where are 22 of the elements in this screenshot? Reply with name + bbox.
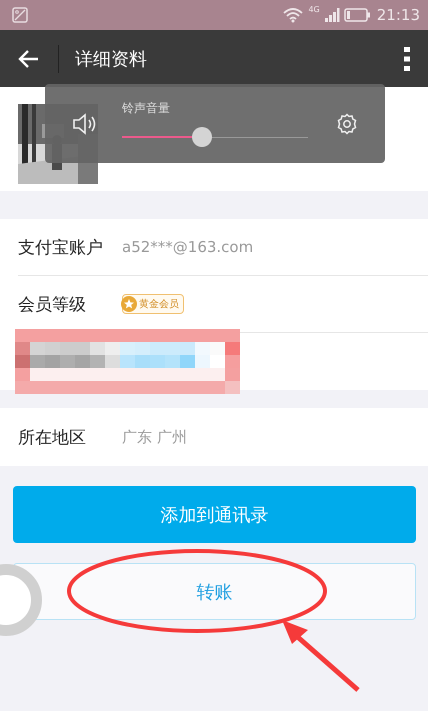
field-label: 支付宝账户	[18, 236, 104, 258]
more-icon[interactable]	[404, 46, 410, 70]
add-contact-button[interactable]: 添加到通讯录	[13, 486, 416, 543]
back-icon[interactable]	[18, 48, 40, 68]
image-icon	[12, 7, 28, 23]
settings-icon[interactable]	[336, 112, 358, 134]
clock: 21:13	[376, 6, 420, 24]
transfer-button[interactable]: 转账	[13, 563, 416, 620]
network-type: 4G	[308, 5, 320, 14]
field-value: a52***@163.com	[122, 238, 254, 256]
page-title: 详细资料	[75, 48, 147, 70]
field-label: 会员等级	[18, 294, 87, 316]
field-label: 所在地区	[18, 426, 87, 448]
speaker-icon	[72, 112, 98, 134]
field-value: 广东 广州	[122, 428, 187, 446]
volume-slider[interactable]	[122, 127, 308, 147]
signal-icon	[324, 7, 340, 23]
slider-thumb[interactable]	[192, 127, 212, 147]
wifi-icon	[282, 7, 304, 23]
member-badge: 黄金会员	[122, 294, 184, 314]
battery-icon	[344, 8, 371, 22]
volume-label: 铃声音量	[122, 100, 171, 117]
